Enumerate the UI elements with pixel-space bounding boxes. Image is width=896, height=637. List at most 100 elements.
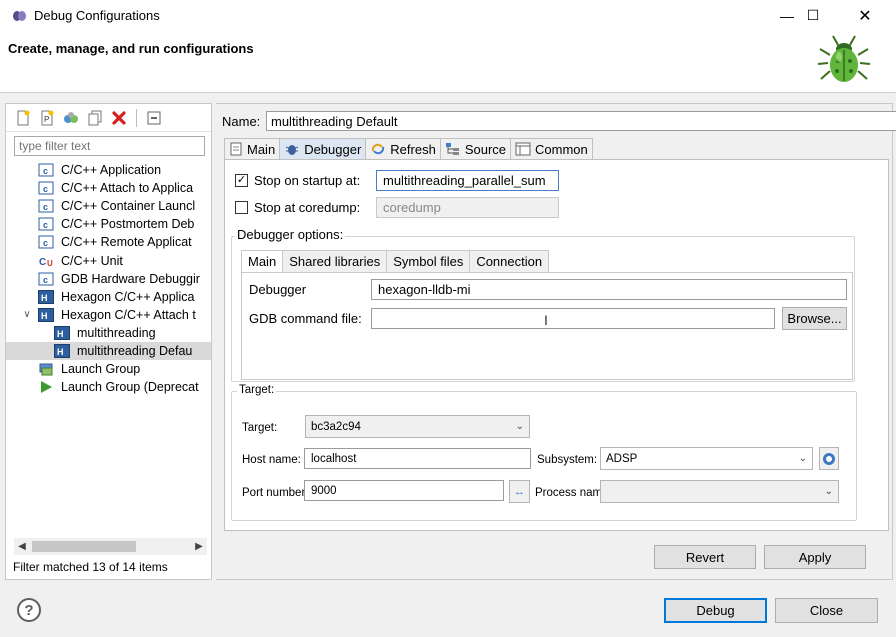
tree-item-label: Launch Group: [61, 362, 141, 377]
process-name-select[interactable]: ⌄: [600, 480, 839, 503]
apply-button[interactable]: Apply: [764, 545, 866, 569]
tree-item-label: C/C++ Postmortem Deb: [61, 217, 195, 232]
tab-common[interactable]: Common: [510, 138, 593, 159]
stop-startup-row: ✓ Stop on startup at:: [235, 173, 360, 188]
tab-main[interactable]: Main: [224, 138, 281, 159]
tree-item[interactable]: ∨ H Hexagon C/C++ Attach t: [6, 306, 211, 324]
delete-icon[interactable]: [108, 107, 130, 129]
duplicate-icon[interactable]: [84, 107, 106, 129]
tree-item[interactable]: Hmultithreading Defau: [6, 341, 211, 361]
tree-item[interactable]: C U C/C++ Unit: [6, 251, 211, 269]
svg-text:c: c: [43, 166, 48, 176]
scroll-left-icon[interactable]: ◀: [14, 538, 30, 555]
host-name-label: Host name:: [242, 454, 301, 466]
configuration-list-pane: P c C/C++ Application c C/C++ Attach to App…: [5, 103, 212, 580]
stop-startup-checkbox[interactable]: ✓: [235, 174, 248, 187]
launch-arrow-icon: [41, 381, 52, 394]
port-number-input[interactable]: 9000: [304, 480, 504, 501]
svg-text:c: c: [43, 238, 48, 248]
chevron-down-icon: ⌄: [824, 486, 833, 497]
filter-status-text: Filter matched 13 of 14 items: [13, 560, 168, 574]
hexagon-config-icon: H: [38, 289, 54, 304]
c-config-icon: c: [38, 217, 54, 231]
tree-item[interactable]: Launch Group (Deprecat: [6, 378, 211, 396]
chevron-down-icon: ⌄: [515, 421, 524, 432]
host-name-input[interactable]: localhost: [304, 448, 531, 469]
svg-text:c: c: [43, 202, 48, 212]
tree-item[interactable]: c C/C++ Container Launcl: [6, 197, 211, 215]
debugger-label: Debugger: [249, 282, 307, 297]
tab-debugger[interactable]: Debugger: [279, 138, 367, 159]
target-label: Target:: [242, 422, 278, 434]
scrollbar-thumb[interactable]: [32, 541, 136, 552]
tree-item[interactable]: c C/C++ Postmortem Deb: [6, 215, 211, 233]
inner-tab-shared-libraries[interactable]: Shared libraries: [282, 250, 388, 272]
hexagon-config-icon: H: [54, 325, 70, 340]
c-config-icon: c: [38, 235, 54, 249]
tree-item[interactable]: c C/C++ Attach to Applica: [6, 179, 211, 197]
stop-startup-label: Stop on startup at:: [254, 173, 361, 188]
svg-text:H: H: [57, 329, 64, 339]
tree-item[interactable]: c C/C++ Application: [6, 161, 211, 179]
tree-item[interactable]: c GDB Hardware Debuggir: [6, 270, 211, 288]
svg-text:c: c: [43, 184, 48, 194]
launch-group-icon: [39, 363, 53, 376]
close-button[interactable]: Close: [775, 598, 878, 623]
configuration-editor-pane: Name: Main Debugger Refresh Source Common ✓ …: [216, 103, 896, 580]
stop-startup-input[interactable]: multithreading_parallel_sum: [376, 170, 559, 191]
filter-input[interactable]: [14, 136, 205, 156]
tree-item-label: C/C++ Attach to Applica: [61, 181, 194, 196]
bug-tab-icon: [284, 142, 300, 156]
tree-item[interactable]: c C/C++ Remote Applicat: [6, 233, 211, 251]
revert-button[interactable]: Revert: [654, 545, 756, 569]
tree-item-label: Hexagon C/C++ Applica: [61, 289, 195, 304]
tab-label: Debugger: [304, 141, 362, 157]
debugger-input[interactable]: hexagon-lldb-mi: [371, 279, 847, 300]
subsystem-info-button[interactable]: [819, 447, 839, 470]
close-window-button[interactable]: ✕: [842, 0, 888, 31]
chevron-down-icon[interactable]: ∨: [20, 309, 34, 320]
tab-label: Common: [535, 141, 588, 157]
tab-source[interactable]: Source: [439, 138, 512, 159]
tab-refresh[interactable]: Refresh: [365, 138, 441, 159]
debug-button[interactable]: Debug: [664, 598, 767, 623]
new-config-icon[interactable]: [12, 107, 34, 129]
hexagon-config-icon: H: [38, 307, 54, 322]
target-select-value: bc3a2c94: [311, 420, 361, 433]
inner-tab-symbol-files[interactable]: Symbol files: [386, 250, 471, 272]
new-prototype-icon[interactable]: P: [36, 107, 58, 129]
horizontal-scrollbar[interactable]: ◀ ▶: [14, 538, 207, 555]
port-swap-button[interactable]: ↔: [509, 480, 530, 503]
coredump-input: coredump: [376, 197, 559, 218]
tree-item[interactable]: Launch Group: [6, 360, 211, 378]
stop-coredump-checkbox[interactable]: [235, 201, 248, 214]
inner-tab-main[interactable]: Main: [241, 250, 284, 272]
config-tree: c C/C++ Application c C/C++ Attach to Appli…: [6, 161, 211, 396]
svg-text:U: U: [47, 259, 53, 268]
tree-item-label: C/C++ Unit: [61, 253, 123, 268]
collapse-all-icon[interactable]: [143, 107, 165, 129]
svg-text:H: H: [41, 311, 48, 321]
title-bar: Debug Configurations — ☐ ✕: [0, 0, 896, 31]
target-select[interactable]: bc3a2c94 ⌄: [305, 415, 530, 438]
gdb-command-file-input[interactable]: [371, 308, 775, 329]
svg-text:P: P: [44, 115, 49, 124]
stop-coredump-label: Stop at coredump:: [254, 200, 361, 215]
config-toolbar: P: [6, 104, 211, 132]
maximize-button[interactable]: ☐: [790, 0, 836, 31]
toolbar-separator: [136, 108, 137, 127]
browse-button[interactable]: Browse...: [782, 307, 847, 330]
tree-item[interactable]: H Hexagon C/C++ Applica: [6, 288, 211, 306]
gdb-command-file-label: GDB command file:: [249, 311, 362, 326]
help-button[interactable]: ?: [17, 598, 41, 622]
text-cursor-icon: I: [544, 312, 548, 328]
c-config-icon: c: [38, 272, 54, 286]
tree-item[interactable]: Hmultithreading: [6, 324, 211, 342]
debug-bug-icon: [817, 35, 871, 82]
svg-text:C: C: [39, 257, 46, 268]
subsystem-select[interactable]: ADSP ⌄: [600, 447, 813, 470]
inner-tab-connection[interactable]: Connection: [469, 250, 550, 272]
export-icon[interactable]: [60, 107, 82, 129]
name-input[interactable]: [266, 111, 896, 131]
scroll-right-icon[interactable]: ▶: [191, 538, 207, 555]
